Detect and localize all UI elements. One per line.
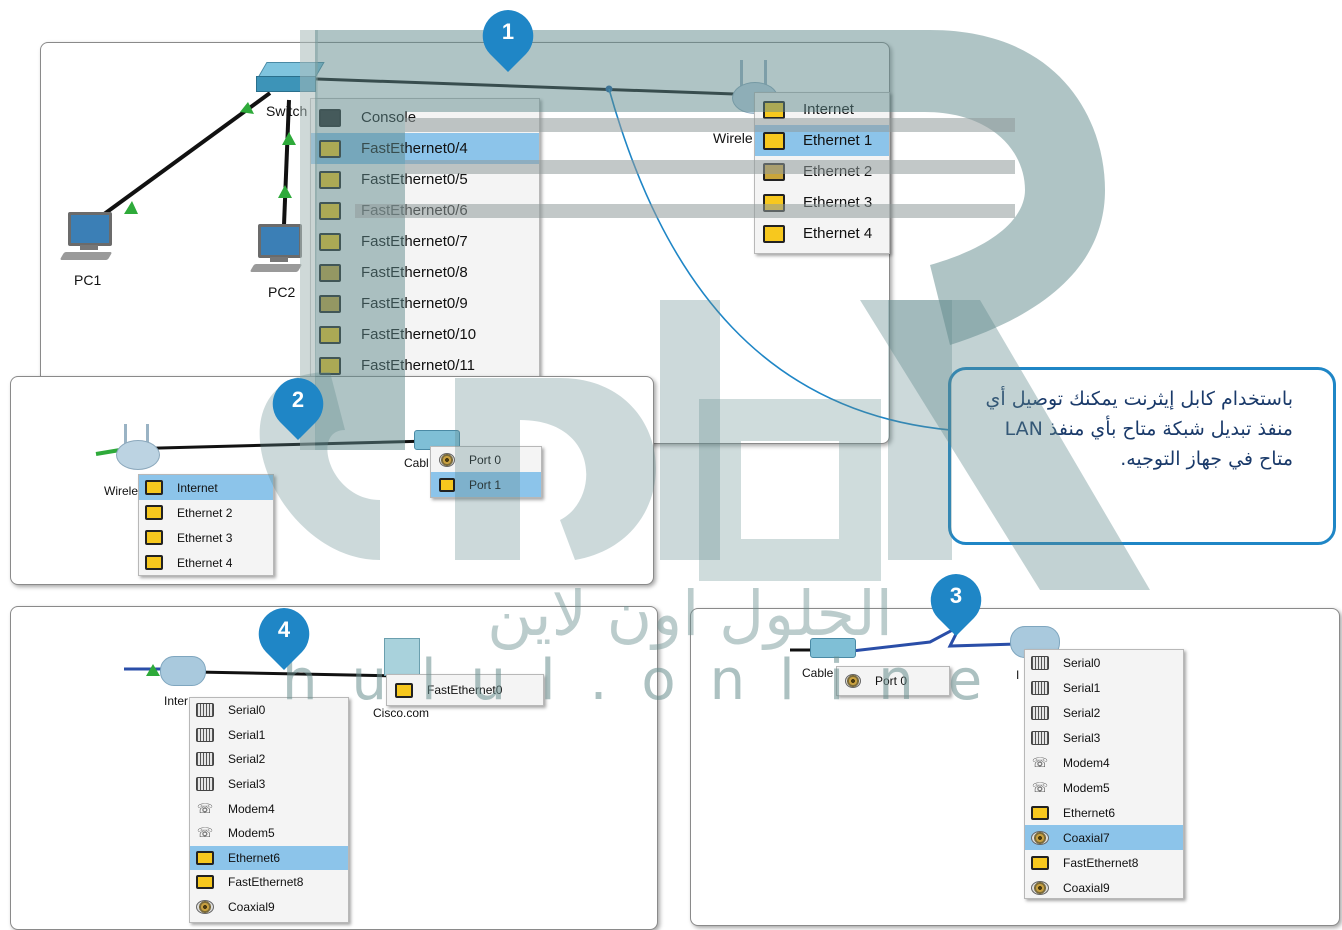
port-label: Modem4 (1063, 755, 1110, 770)
port-menu-item[interactable]: Coaxial7 (1025, 825, 1183, 850)
step-2-badge: 2 (272, 378, 324, 440)
port-label: Modem5 (1063, 780, 1110, 795)
port-label: Coaxial7 (1063, 830, 1110, 845)
port-menu-item[interactable]: ☏ Modem4 (1025, 750, 1183, 775)
port-menu-item[interactable]: Serial3 (1025, 725, 1183, 750)
step-3-badge: 3 (930, 574, 982, 636)
port-label: Serial2 (1063, 705, 1101, 720)
port-label: FastEthernet8 (1063, 855, 1139, 870)
coaxial-port-icon (845, 673, 861, 688)
cable-modem-icon[interactable] (810, 638, 856, 658)
port-menu-item[interactable]: Coaxial9 (1025, 875, 1183, 900)
cable-modem-port-menu: Port 0 (836, 666, 950, 696)
port-menu-item[interactable]: Port 0 (837, 668, 949, 693)
port-label: Serial1 (1063, 680, 1101, 695)
port-label: Coaxial9 (1063, 880, 1110, 895)
internet-label: I (1016, 668, 1020, 682)
port-menu-item[interactable]: FastEthernet8 (1025, 850, 1183, 875)
step-1-badge: 1 (482, 10, 534, 72)
port-menu-item[interactable]: Ethernet6 (1025, 800, 1183, 825)
modem-port-icon: ☏ (1031, 779, 1049, 795)
port-label: Serial0 (1063, 655, 1101, 670)
coaxial-port-icon (1031, 830, 1049, 845)
port-label: Ethernet6 (1063, 805, 1116, 820)
port-menu-item[interactable]: Serial0 (1025, 650, 1183, 675)
ethernet-port-icon (1031, 805, 1049, 820)
cloud-port-menu: Serial0 Serial1 Serial2 Serial3 ☏ Modem4 ☏ Mode… (1024, 649, 1184, 899)
serial-port-icon (1031, 730, 1049, 745)
port-label: Serial3 (1063, 730, 1101, 745)
modem-port-icon: ☏ (1031, 754, 1049, 770)
port-label: Port 0 (875, 673, 908, 688)
cable-modem-label: Cable (802, 666, 834, 680)
explanation-callout: باستخدام كابل إيثرنت يمكنك توصيل أي منفذ… (948, 367, 1336, 545)
serial-port-icon (1031, 705, 1049, 720)
serial-port-icon (1031, 680, 1049, 695)
port-menu-item[interactable]: Serial1 (1025, 675, 1183, 700)
coaxial-port-icon (1031, 880, 1049, 895)
port-menu-item[interactable]: Serial2 (1025, 700, 1183, 725)
port-menu-item[interactable]: ☏ Modem5 (1025, 775, 1183, 800)
serial-port-icon (1031, 655, 1049, 670)
ethernet-port-icon (1031, 855, 1049, 870)
step-4-badge: 4 (258, 608, 310, 670)
